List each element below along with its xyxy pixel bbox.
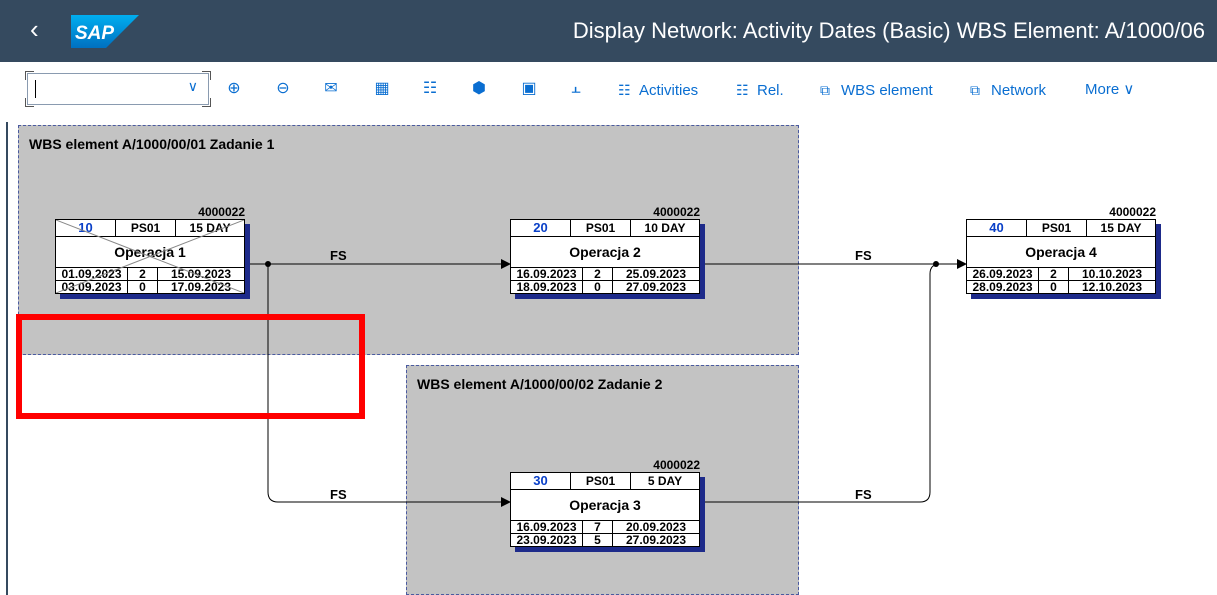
- activity-node[interactable]: 4000022 20 PS01 10 DAY Operacja 2 16.09.2023 2…: [510, 205, 705, 299]
- network-id: 4000022: [653, 205, 700, 219]
- node-box[interactable]: 40 PS01 15 DAY Operacja 4 26.09.2023 2 10.10.2…: [966, 219, 1156, 294]
- total-float: 0: [583, 281, 613, 293]
- activity-node[interactable]: 4000022 30 PS01 5 DAY Operacja 3 16.09.2023 7 2…: [510, 458, 705, 552]
- earliest-finish: 10.10.2023: [1081, 268, 1143, 280]
- total-float: 0: [1039, 281, 1069, 293]
- work-center: PS01: [1027, 220, 1087, 236]
- activity-number: 40: [967, 220, 1027, 236]
- activity-node[interactable]: 4000022 40 PS01 15 DAY Operacja 4 26.09.2023 2…: [966, 205, 1161, 299]
- work-center: PS01: [571, 220, 631, 236]
- network-id: 4000022: [198, 205, 245, 219]
- relation-label: FS: [855, 487, 872, 502]
- activity-number: 20: [511, 220, 571, 236]
- latest-start: 28.09.2023: [967, 281, 1039, 293]
- activity-number: 30: [511, 473, 571, 489]
- latest-finish: 27.09.2023: [625, 281, 687, 293]
- relation-label: FS: [330, 487, 347, 502]
- earliest-finish: 25.09.2023: [625, 268, 687, 280]
- earliest-finish: 20.09.2023: [625, 521, 687, 533]
- network-id: 4000022: [1109, 205, 1156, 219]
- relation-label: FS: [855, 248, 872, 263]
- duration: 5 DAY: [647, 474, 683, 488]
- free-float: 2: [1039, 268, 1069, 280]
- earliest-start: 26.09.2023: [967, 268, 1039, 280]
- node-box[interactable]: 20 PS01 10 DAY Operacja 2 16.09.2023 2 25.09.2…: [510, 219, 700, 294]
- relation-label: FS: [330, 248, 347, 263]
- duration: 15 DAY: [1100, 221, 1142, 235]
- latest-finish: 27.09.2023: [625, 534, 687, 546]
- latest-start: 23.09.2023: [511, 534, 583, 546]
- earliest-start: 16.09.2023: [511, 521, 583, 533]
- activity-name: Operacja 2: [569, 244, 641, 260]
- activity-name: Operacja 4: [1025, 244, 1097, 260]
- duration: 10 DAY: [644, 221, 686, 235]
- total-float: 5: [583, 534, 613, 546]
- node-box[interactable]: 10 PS01 15 DAY Operacja 1 01.09.2023 2 15.09.2…: [55, 219, 245, 294]
- work-center: PS01: [571, 473, 631, 489]
- earliest-start: 16.09.2023: [511, 268, 583, 280]
- latest-finish: 12.10.2023: [1081, 281, 1143, 293]
- completed-cross-icon: [56, 220, 244, 293]
- activity-node[interactable]: 4000022 10 PS01 15 DAY Operacja 1 01.09.2023 2…: [55, 205, 250, 299]
- highlight-box: [16, 314, 365, 419]
- free-float: 2: [583, 268, 613, 280]
- free-float: 7: [583, 521, 613, 533]
- network-id: 4000022: [653, 458, 700, 472]
- activity-name: Operacja 3: [569, 497, 641, 513]
- node-box[interactable]: 30 PS01 5 DAY Operacja 3 16.09.2023 7 20.09.20…: [510, 472, 700, 547]
- latest-start: 18.09.2023: [511, 281, 583, 293]
